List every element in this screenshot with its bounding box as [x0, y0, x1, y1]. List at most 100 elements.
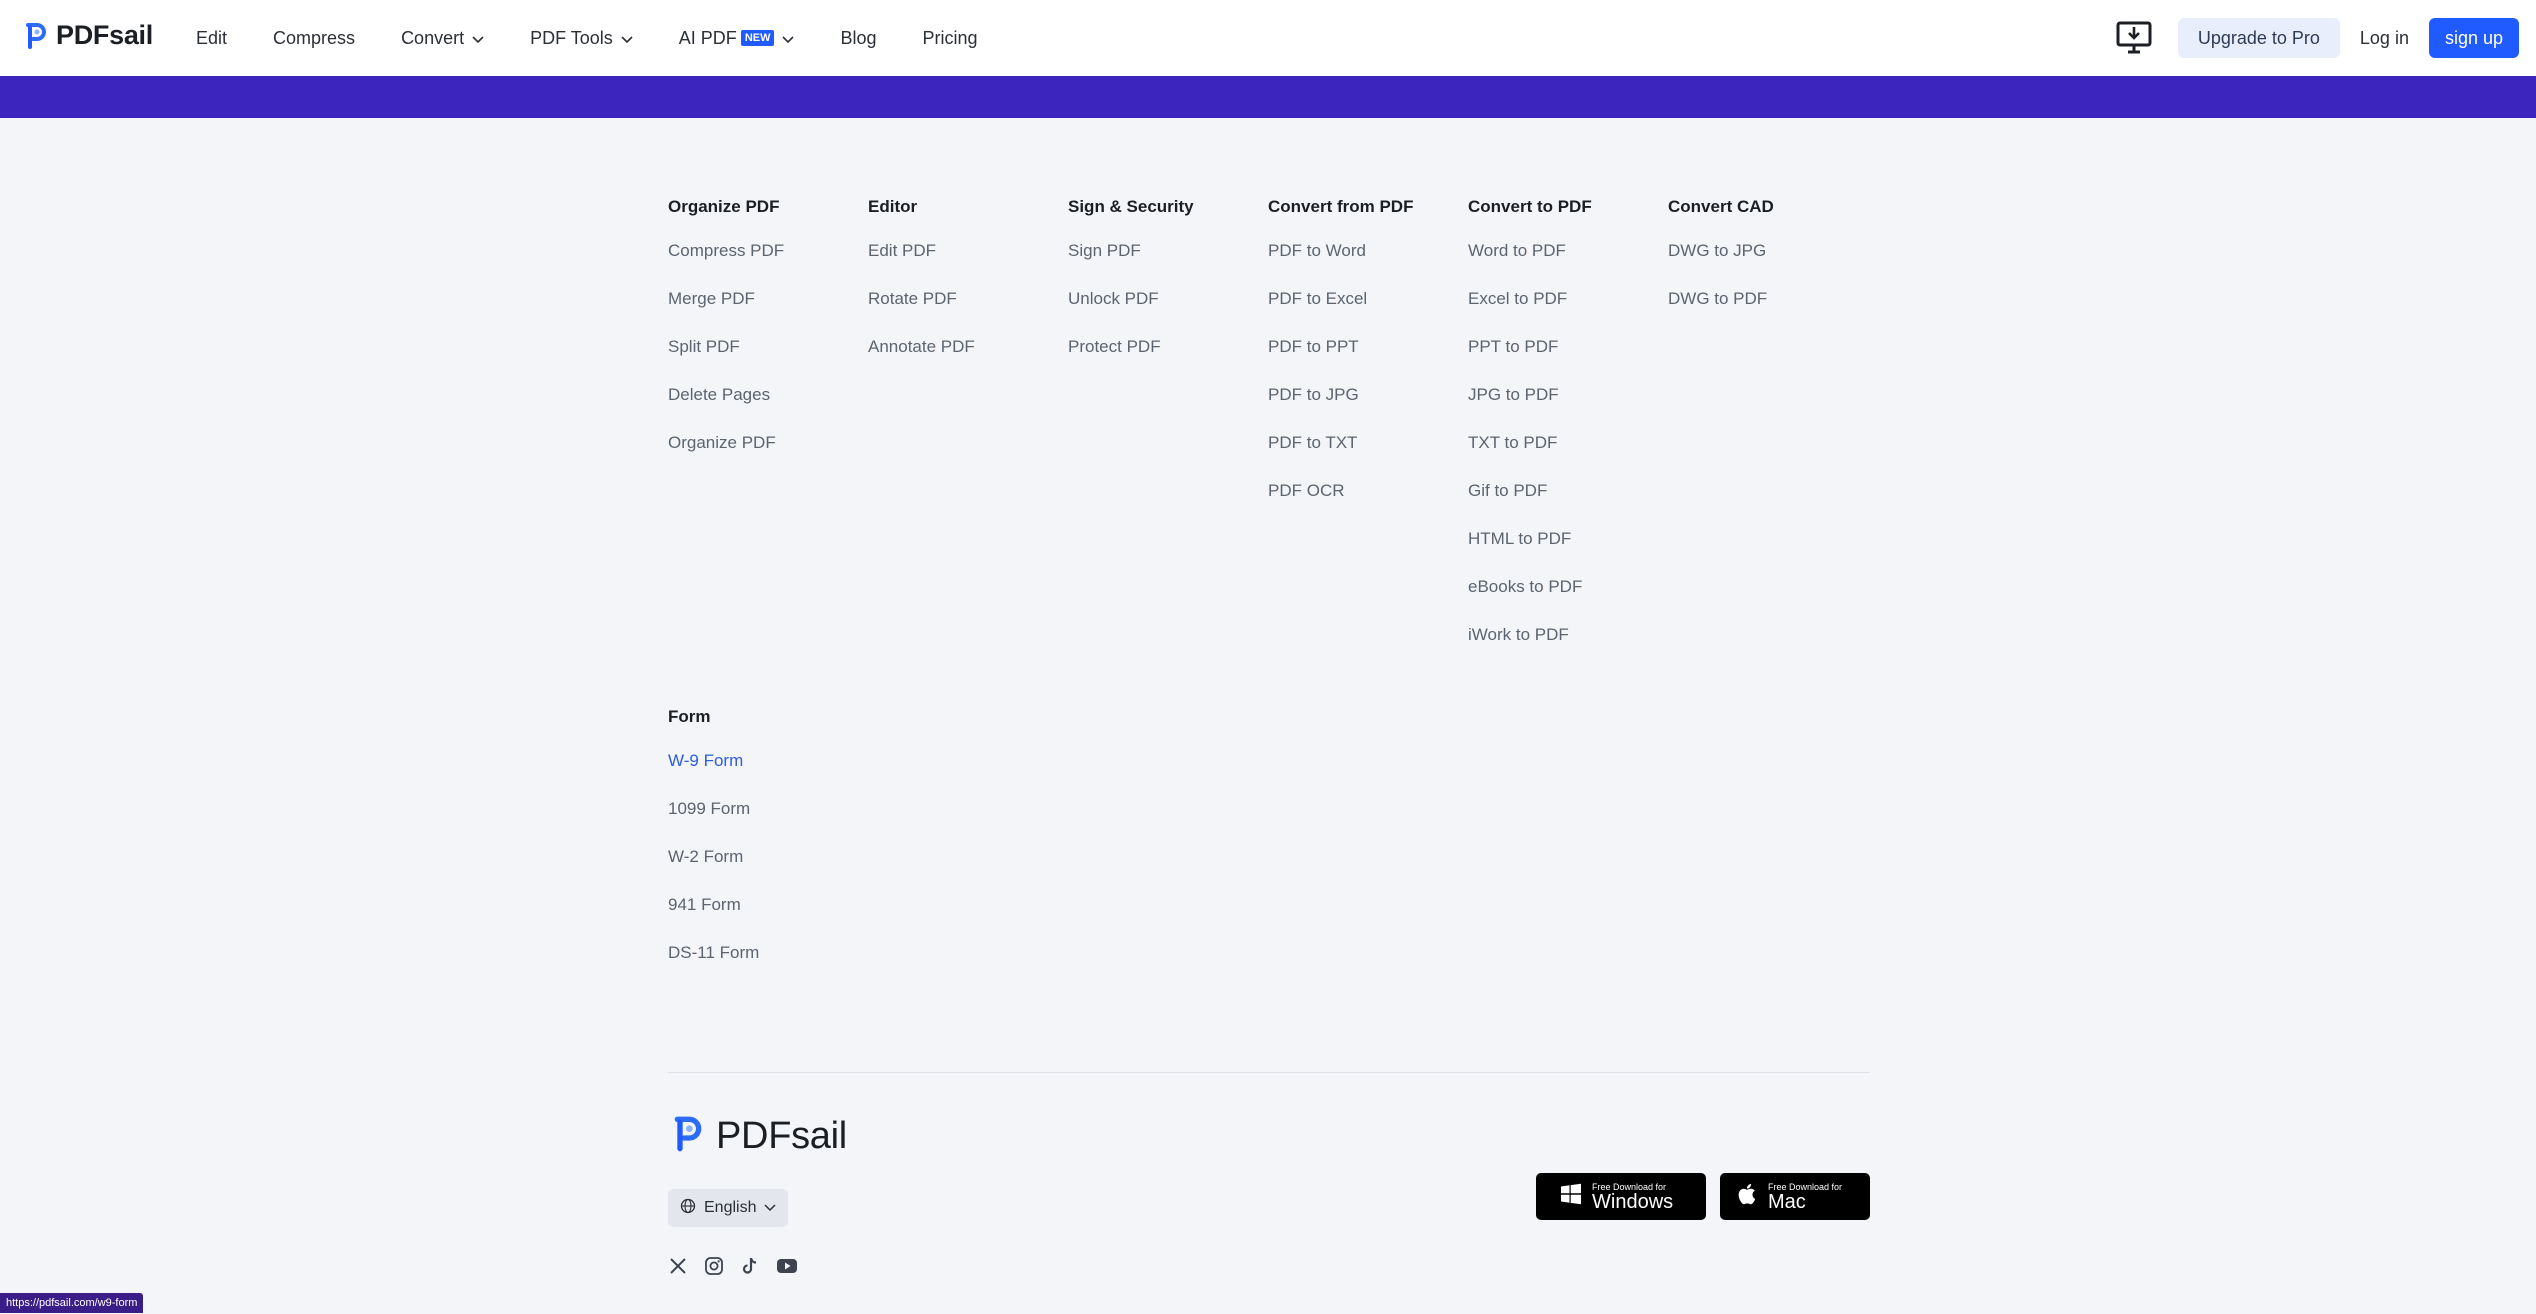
footer-link-dwg-to-jpg[interactable]: DWG to JPG: [1668, 236, 1868, 284]
brand-name: PDFsail: [56, 20, 153, 50]
social-links: [668, 1256, 814, 1276]
column-title: Convert to PDF: [1468, 197, 1592, 216]
footer-column-organize-pdf: Organize PDF Compress PDF Merge PDF Spli…: [668, 192, 868, 668]
footer-link-organize-pdf[interactable]: Organize PDF: [668, 428, 868, 476]
column-title: Sign & Security: [1068, 197, 1194, 216]
download-caption: Free Download for: [1768, 1181, 1843, 1192]
footer-link-sign-pdf[interactable]: Sign PDF: [1068, 236, 1268, 284]
chevron-down-icon: [472, 28, 484, 49]
header-actions: Upgrade to Pro Log in sign up: [2116, 18, 2519, 58]
youtube-icon[interactable]: [776, 1257, 798, 1275]
footer-divider: [668, 1072, 1870, 1073]
footer-link-delete-pages[interactable]: Delete Pages: [668, 380, 868, 428]
footer-link-pdf-to-txt[interactable]: PDF to TXT: [1268, 428, 1468, 476]
footer-link-columns: Organize PDF Compress PDF Merge PDF Spli…: [668, 192, 1868, 668]
nav-edit[interactable]: Edit: [196, 28, 227, 49]
footer-link-1099-form[interactable]: 1099 Form: [668, 794, 868, 842]
footer-link-iwork-to-pdf[interactable]: iWork to PDF: [1468, 620, 1668, 668]
nav-pdf-tools-label: PDF Tools: [530, 27, 613, 48]
footer-link-pdf-to-ppt[interactable]: PDF to PPT: [1268, 332, 1468, 380]
desktop-download-icon[interactable]: [2116, 21, 2152, 55]
footer-link-split-pdf[interactable]: Split PDF: [668, 332, 868, 380]
column-title: Convert CAD: [1668, 197, 1774, 216]
footer-link-protect-pdf[interactable]: Protect PDF: [1068, 332, 1268, 380]
footer-link-rotate-pdf[interactable]: Rotate PDF: [868, 284, 1068, 332]
nav-compress[interactable]: Compress: [273, 28, 355, 49]
top-navbar: PDFsail Edit Compress Convert PDF Tools …: [0, 0, 2536, 76]
apple-icon: [1738, 1182, 1758, 1211]
nav-blog-label: Blog: [840, 27, 877, 48]
nav-pricing[interactable]: Pricing: [923, 28, 978, 49]
footer-link-gif-to-pdf[interactable]: Gif to PDF: [1468, 476, 1668, 524]
upgrade-to-pro-button[interactable]: Upgrade to Pro: [2177, 18, 2340, 58]
nav-convert[interactable]: Convert: [401, 28, 484, 49]
footer-link-jpg-to-pdf[interactable]: JPG to PDF: [1468, 380, 1668, 428]
footer-link-w9-form[interactable]: W-9 Form: [668, 746, 868, 794]
pdfsail-logo-icon: [24, 21, 48, 51]
footer-column-form: Form W-9 Form 1099 Form W-2 Form 941 For…: [668, 702, 868, 986]
footer-column-convert-cad: Convert CAD DWG to JPG DWG to PDF: [1668, 192, 1868, 668]
chevron-down-icon: [621, 28, 633, 49]
footer-column-convert-to-pdf: Convert to PDF Word to PDF Excel to PDF …: [1468, 192, 1668, 668]
footer-link-merge-pdf[interactable]: Merge PDF: [668, 284, 868, 332]
nav-convert-label: Convert: [401, 27, 465, 48]
pdfsail-logo-icon: [672, 1114, 704, 1159]
login-link[interactable]: Log in: [2360, 28, 2409, 49]
download-windows-button[interactable]: Free Download for Windows: [1536, 1173, 1706, 1220]
footer-link-ppt-to-pdf[interactable]: PPT to PDF: [1468, 332, 1668, 380]
footer-link-txt-to-pdf[interactable]: TXT to PDF: [1468, 428, 1668, 476]
globe-icon: [680, 1198, 696, 1219]
column-title: Editor: [868, 197, 918, 216]
download-mac-text: Free Download for Mac: [1768, 1182, 1842, 1212]
brand-logo[interactable]: PDFsail: [24, 20, 153, 51]
column-title: Organize PDF: [668, 197, 780, 216]
footer-link-compress-pdf[interactable]: Compress PDF: [668, 236, 868, 284]
footer-column-editor: Editor Edit PDF Rotate PDF Annotate PDF: [868, 192, 1068, 668]
download-platform: Mac: [1768, 1190, 1806, 1213]
tiktok-icon[interactable]: [740, 1256, 760, 1276]
footer-link-annotate-pdf[interactable]: Annotate PDF: [868, 332, 1068, 380]
download-platform: Windows: [1592, 1190, 1674, 1213]
footer-link-unlock-pdf[interactable]: Unlock PDF: [1068, 284, 1268, 332]
language-selector[interactable]: English: [668, 1189, 788, 1227]
nav-pricing-label: Pricing: [922, 27, 978, 48]
footer-link-excel-to-pdf[interactable]: Excel to PDF: [1468, 284, 1668, 332]
column-title: Form: [668, 707, 711, 726]
footer-link-pdf-to-jpg[interactable]: PDF to JPG: [1268, 380, 1468, 428]
nav-ai-pdf-label: AI PDF: [678, 27, 737, 48]
nav-compress-label: Compress: [273, 27, 356, 48]
nav-ai-pdf[interactable]: AI PDF NEW: [679, 28, 795, 49]
footer-link-html-to-pdf[interactable]: HTML to PDF: [1468, 524, 1668, 572]
nav-blog[interactable]: Blog: [840, 28, 876, 49]
language-label: English: [704, 1199, 757, 1216]
footer-column-convert-from-pdf: Convert from PDF PDF to Word PDF to Exce…: [1268, 192, 1468, 668]
windows-icon: [1560, 1183, 1582, 1210]
hero-band: [0, 76, 2536, 118]
footer-link-ebooks-to-pdf[interactable]: eBooks to PDF: [1468, 572, 1668, 620]
signup-button[interactable]: sign up: [2428, 18, 2519, 58]
footer-link-dwg-to-pdf[interactable]: DWG to PDF: [1668, 284, 1868, 332]
nav-pdf-tools[interactable]: PDF Tools: [530, 28, 633, 49]
footer-link-941-form[interactable]: 941 Form: [668, 890, 868, 938]
footer-link-edit-pdf[interactable]: Edit PDF: [868, 236, 1068, 284]
status-bar-url: https://pdfsail.com/w9-form: [0, 1293, 144, 1313]
footer-brand-logo[interactable]: PDFsail: [672, 1114, 847, 1159]
column-title: Convert from PDF: [1268, 197, 1414, 216]
download-windows-text: Free Download for Windows: [1592, 1182, 1673, 1212]
footer-link-w2-form[interactable]: W-2 Form: [668, 842, 868, 890]
download-caption: Free Download for: [1592, 1181, 1667, 1192]
footer-link-pdf-ocr[interactable]: PDF OCR: [1268, 476, 1468, 524]
download-mac-button[interactable]: Free Download for Mac: [1720, 1173, 1870, 1220]
footer-link-word-to-pdf[interactable]: Word to PDF: [1468, 236, 1668, 284]
instagram-icon[interactable]: [704, 1256, 724, 1276]
chevron-down-icon: [782, 28, 795, 49]
x-icon[interactable]: [668, 1256, 688, 1276]
footer-link-pdf-to-excel[interactable]: PDF to Excel: [1268, 284, 1468, 332]
footer-column-sign-security: Sign & Security Sign PDF Unlock PDF Prot…: [1068, 192, 1268, 668]
nav-edit-label: Edit: [196, 27, 228, 48]
footer-link-pdf-to-word[interactable]: PDF to Word: [1268, 236, 1468, 284]
footer-link-ds11-form[interactable]: DS-11 Form: [668, 938, 868, 986]
main-nav: Edit Compress Convert PDF Tools AI PDF N…: [196, 0, 1024, 76]
new-badge: NEW: [740, 30, 775, 46]
footer-brand-name: PDFsail: [716, 1115, 847, 1157]
